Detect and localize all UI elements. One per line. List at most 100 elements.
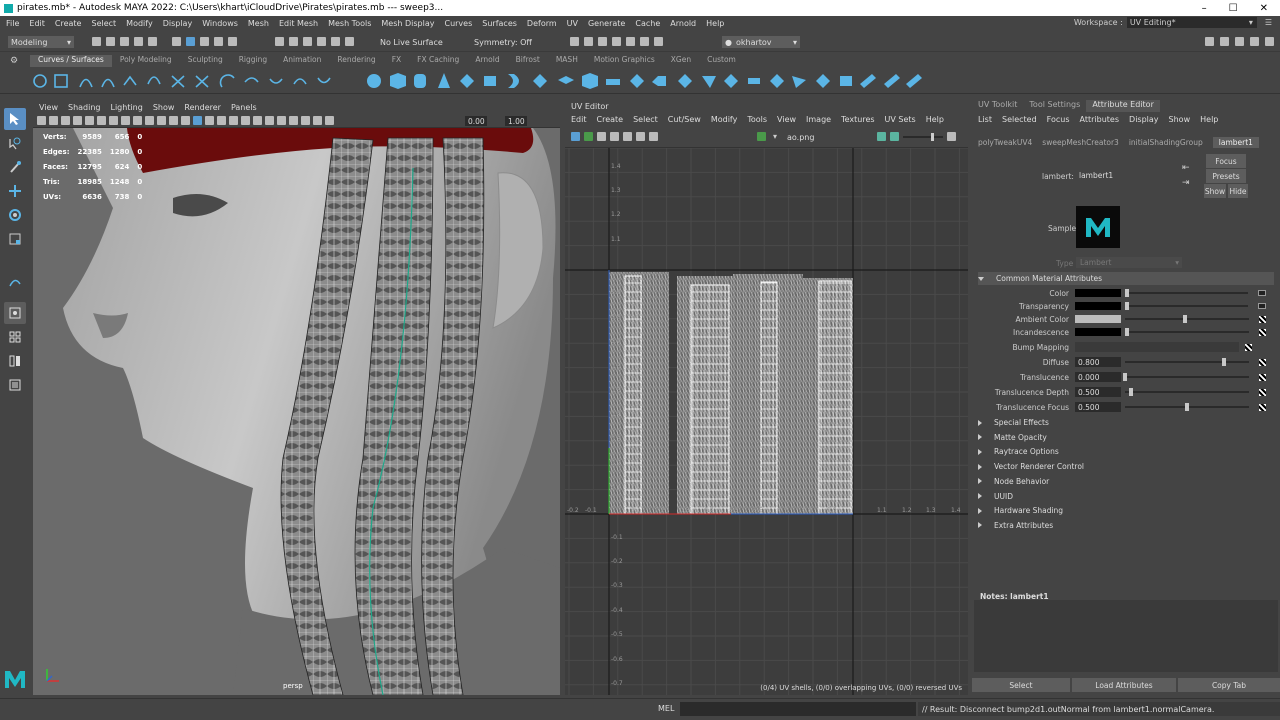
isolate-icon[interactable] — [289, 116, 298, 125]
viewport-menu-renderer[interactable]: Renderer — [184, 103, 221, 112]
uv-select-icon[interactable] — [571, 132, 580, 141]
exposure-field[interactable]: 0.00 — [465, 116, 487, 126]
menu-edit-mesh[interactable]: Edit Mesh — [279, 19, 318, 28]
translucence-depth-slider[interactable] — [1125, 388, 1249, 396]
tool-settings-icon[interactable] — [1235, 37, 1244, 46]
ae-menu-show[interactable]: Show — [1169, 115, 1191, 124]
slider-knob[interactable] — [1185, 403, 1189, 411]
mel-label[interactable]: MEL — [658, 704, 674, 713]
gate-mask-icon[interactable] — [121, 116, 130, 125]
menu-surfaces[interactable]: Surfaces — [482, 19, 517, 28]
slider-knob[interactable] — [1123, 373, 1127, 381]
render-settings-icon[interactable] — [570, 37, 579, 46]
menu-modify[interactable]: Modify — [126, 19, 153, 28]
uv-shell-icon[interactable] — [597, 132, 606, 141]
modeling-toolkit-icon[interactable] — [1205, 37, 1214, 46]
node-tab-initialshadinggroup[interactable]: initialShadingGroup — [1129, 138, 1203, 147]
slider-knob[interactable] — [1129, 388, 1134, 396]
uv-menu-uv-sets[interactable]: UV Sets — [885, 115, 916, 124]
ae-menu-list[interactable]: List — [978, 115, 992, 124]
lights-icon[interactable] — [229, 116, 238, 125]
ae-menu-attributes[interactable]: Attributes — [1080, 115, 1120, 124]
section-extra-attributes[interactable]: Extra Attributes — [978, 519, 1274, 532]
image-display-icon[interactable] — [757, 132, 766, 141]
viewport-menu-show[interactable]: Show — [153, 103, 175, 112]
xray-joints-icon[interactable] — [301, 116, 310, 125]
grid-icon[interactable] — [85, 116, 94, 125]
uv-menu-image[interactable]: Image — [806, 115, 831, 124]
undo-icon[interactable] — [134, 37, 143, 46]
output-connection-icon[interactable]: ⇥ — [1182, 178, 1190, 188]
ae-menu-help[interactable]: Help — [1200, 115, 1218, 124]
shelf-tab-rendering[interactable]: Rendering — [329, 55, 383, 67]
shelf-tab-poly-modeling[interactable]: Poly Modeling — [112, 55, 180, 67]
shadows-icon[interactable] — [241, 116, 250, 125]
scale-tool-icon[interactable] — [4, 228, 26, 250]
paint-select-tool-icon[interactable] — [4, 156, 26, 178]
wireframe-icon[interactable] — [169, 116, 178, 125]
map-checker-icon[interactable] — [1259, 328, 1266, 336]
bookmark-icon[interactable] — [61, 116, 70, 125]
camera-attr-icon[interactable] — [49, 116, 58, 125]
transparency-slider[interactable] — [1125, 302, 1248, 310]
hypershade-icon[interactable] — [626, 37, 635, 46]
select-object-icon[interactable] — [186, 37, 195, 46]
uv-shaded-icon[interactable] — [623, 132, 632, 141]
map-checker-icon[interactable] — [1245, 343, 1252, 351]
new-scene-icon[interactable] — [92, 37, 101, 46]
snap-grid-icon[interactable] — [275, 37, 284, 46]
command-input[interactable] — [680, 702, 916, 716]
lasso-tool-icon[interactable] — [4, 132, 26, 154]
ae-tab-attribute-editor[interactable]: Attribute Editor — [1086, 100, 1160, 112]
symmetry-dropdown[interactable]: Symmetry: Off — [474, 38, 532, 47]
uv-menu-help[interactable]: Help — [926, 115, 944, 124]
viewport-menu-view[interactable]: View — [39, 103, 58, 112]
ambient-swatch[interactable] — [1075, 315, 1121, 323]
map-checker-icon[interactable] — [1259, 403, 1266, 411]
menu-file[interactable]: File — [6, 19, 19, 28]
xray-icon[interactable] — [205, 116, 214, 125]
section-raytrace-options[interactable]: Raytrace Options — [978, 445, 1274, 458]
menu-display[interactable]: Display — [163, 19, 193, 28]
ambient-occlusion-icon[interactable] — [253, 116, 262, 125]
menu-mesh[interactable]: Mesh — [248, 19, 269, 28]
shelf-tab-xgen[interactable]: XGen — [663, 55, 699, 67]
section-hardware-shading[interactable]: Hardware Shading — [978, 504, 1274, 517]
select-hierarchy-icon[interactable] — [172, 37, 181, 46]
workspace-dropdown[interactable]: UV Editing* ▾ — [1126, 17, 1257, 28]
menu-select[interactable]: Select — [91, 19, 116, 28]
uv-checker-icon[interactable] — [610, 132, 619, 141]
menu-create[interactable]: Create — [55, 19, 82, 28]
shelf-settings-icon[interactable]: ⚙ — [10, 56, 18, 66]
menu-windows[interactable]: Windows — [202, 19, 238, 28]
gamma-field[interactable]: 1.00 — [505, 116, 527, 126]
redo-icon[interactable] — [148, 37, 157, 46]
select-tool-icon[interactable] — [4, 108, 26, 130]
color-swatch[interactable] — [1075, 289, 1121, 297]
map-checker-icon[interactable] — [1259, 373, 1266, 381]
slider-knob[interactable] — [1125, 289, 1129, 297]
uv-exposure-icon[interactable] — [877, 132, 886, 141]
uv-menu-view[interactable]: View — [777, 115, 796, 124]
workspace-menu-icon[interactable]: ☰ — [1265, 18, 1272, 27]
shelf-tab-motion-graphics[interactable]: Motion Graphics — [586, 55, 663, 67]
snap-curve-icon[interactable] — [289, 37, 298, 46]
menu-cache[interactable]: Cache — [635, 19, 660, 28]
notes-textarea[interactable] — [974, 600, 1278, 672]
section-common-material[interactable]: Common Material Attributes — [978, 272, 1274, 285]
viewport-menu-lighting[interactable]: Lighting — [110, 103, 142, 112]
magnet-icon[interactable] — [345, 37, 354, 46]
ae-menu-selected[interactable]: Selected — [1002, 115, 1037, 124]
exposure-icon[interactable] — [325, 116, 334, 125]
attribute-editor-toggle-icon[interactable] — [1220, 37, 1229, 46]
input-connection-icon[interactable]: ⇤ — [1182, 163, 1190, 173]
translucence-focus-slider[interactable] — [1125, 403, 1249, 411]
xray-active-icon[interactable] — [313, 116, 322, 125]
channel-box-icon[interactable] — [1250, 37, 1259, 46]
shelf-tab-rigging[interactable]: Rigging — [231, 55, 275, 67]
menu-help[interactable]: Help — [706, 19, 724, 28]
mode-dropdown[interactable]: Modeling ▾ — [8, 36, 74, 48]
node-tab-lambert1[interactable]: lambert1 — [1212, 137, 1259, 148]
map-checker-icon[interactable] — [1259, 315, 1266, 323]
ae-menu-display[interactable]: Display — [1129, 115, 1159, 124]
